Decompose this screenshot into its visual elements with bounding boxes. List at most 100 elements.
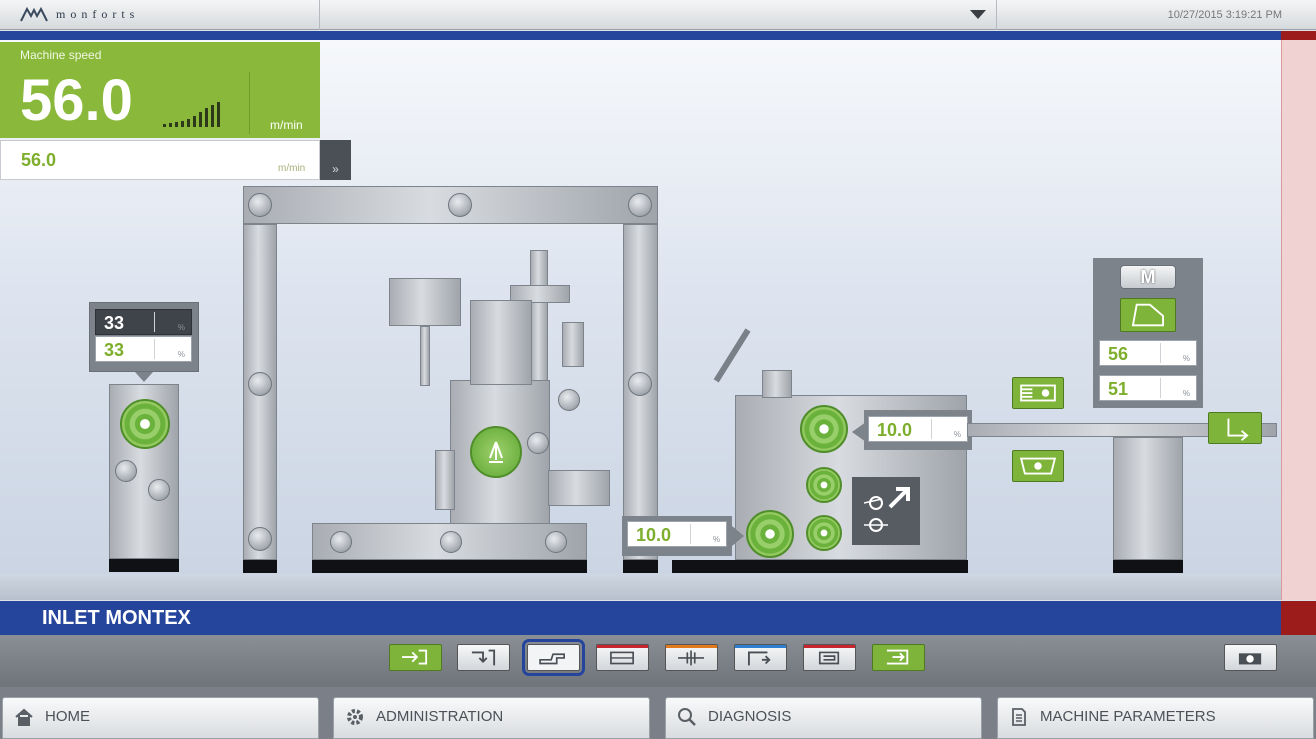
machine-foot — [243, 560, 277, 573]
entry-arrow-icon — [471, 649, 496, 666]
guide-roller-icon — [448, 193, 472, 217]
machine-foot — [1113, 560, 1183, 573]
montex-inlet-button[interactable] — [522, 639, 585, 676]
section-title: INLET MONTEX — [42, 607, 191, 629]
edge-sensor-icon — [1019, 457, 1057, 475]
nav-machine-parameters-label: MACHINE PARAMETERS — [1040, 708, 1216, 725]
speed-setpoint-value: 56.0 — [21, 150, 57, 170]
unwinder-setpoint-field[interactable]: 33 % — [95, 336, 192, 362]
datetime: 10/27/2015 3:19:21 PM — [1167, 9, 1282, 21]
padder-bottom-value: 10.0 — [636, 525, 672, 545]
dropdown-cell[interactable] — [320, 0, 997, 30]
padder-top-field[interactable]: 10.0 % — [868, 416, 968, 442]
speed-expand-button[interactable]: » — [320, 140, 351, 180]
outlet-button[interactable] — [1208, 412, 1262, 444]
home-icon — [15, 708, 33, 726]
unwinder-actual-unit: % — [177, 323, 185, 332]
padder-bottom-roller-button[interactable] — [746, 510, 794, 558]
cooling-section-button[interactable] — [665, 644, 718, 671]
alarm-indicator — [1281, 601, 1316, 635]
screen: monforts 10/27/2015 3:19:21 PM Machine s… — [0, 0, 1316, 739]
guider-sensor — [562, 322, 584, 367]
exit-arrow-icon — [886, 649, 909, 665]
brand-logo: monforts — [20, 6, 139, 22]
outlet-arrow-icon — [748, 651, 771, 666]
batcher-section-button[interactable] — [803, 644, 856, 671]
entry-section-button[interactable] — [457, 644, 510, 671]
padder-roller-button[interactable] — [806, 467, 842, 503]
brand-name: monforts — [56, 6, 140, 21]
outlet-arrow-icon — [1227, 418, 1249, 441]
exit-section-button[interactable] — [872, 644, 925, 671]
unwinder-roller-button[interactable] — [120, 399, 170, 449]
guider-upper — [470, 300, 532, 385]
speed-divider — [249, 72, 250, 134]
inlet-value1: 56 — [1108, 344, 1129, 364]
guide-roller-icon — [248, 372, 272, 396]
unwinder-setpoint-value: 33 — [104, 340, 125, 360]
dropdown-arrow-icon[interactable] — [970, 10, 986, 19]
padder-lift-button[interactable] — [852, 477, 920, 545]
section-toolbar — [0, 635, 1316, 687]
padder-roller-button[interactable] — [806, 515, 842, 551]
guide-roller-icon — [148, 479, 170, 501]
guide-roller-icon — [628, 372, 652, 396]
gear-icon — [347, 709, 363, 725]
guide-roller-icon — [440, 531, 462, 553]
popup-pointer — [135, 372, 153, 382]
guider-motor — [548, 470, 610, 506]
speed-setpoint-field[interactable]: 56.0 m/min — [0, 140, 320, 180]
inlet-value2-unit: % — [1182, 389, 1190, 398]
nav-diagnosis[interactable]: DIAGNOSIS — [665, 697, 982, 739]
section-title-bar: INLET MONTEX — [0, 601, 1281, 635]
nav-administration[interactable]: ADMINISTRATION — [333, 697, 650, 739]
inlet-profile-button[interactable] — [1120, 298, 1176, 332]
camera-button[interactable] — [1224, 644, 1277, 671]
guider-button[interactable] — [470, 426, 522, 478]
padder-bottom-field[interactable]: 10.0 % — [627, 521, 727, 547]
bottom-navigation: HOME ADMINISTRATION DIAGNOSIS MACHINE PA… — [0, 687, 1316, 739]
edge-sensor-top-button[interactable] — [1012, 377, 1064, 409]
chamber-section-button[interactable] — [596, 644, 649, 671]
guide-roller-icon — [628, 193, 652, 217]
alarm-strip — [1281, 40, 1316, 600]
guide-roller-icon — [558, 389, 580, 411]
padder-top-unit: % — [953, 430, 961, 439]
popup-pointer — [732, 526, 744, 546]
edge-sensor-bottom-button[interactable] — [1012, 450, 1064, 482]
guider-arm — [420, 326, 430, 386]
machine-foot — [672, 560, 968, 573]
chamber-icon — [610, 651, 634, 665]
speed-actual-unit: m/min — [270, 118, 303, 132]
unwinder-setpoint-unit: % — [177, 350, 185, 359]
nav-machine-parameters[interactable]: MACHINE PARAMETERS — [997, 697, 1314, 739]
conveyor-stand — [1113, 437, 1183, 560]
padder-top-roller-button[interactable] — [800, 405, 848, 453]
unwinder-actual-value: 33 — [104, 313, 125, 333]
batcher-icon — [818, 651, 840, 665]
hand-icon — [539, 653, 565, 665]
speed-setpoint-unit: m/min — [278, 163, 306, 174]
profile-icon — [1131, 303, 1164, 327]
guider-head — [389, 278, 461, 326]
nav-diagnosis-label: DIAGNOSIS — [708, 708, 792, 725]
edge-sensor-icon — [1020, 384, 1056, 402]
padder-top-value: 10.0 — [877, 420, 913, 440]
speed-actual-area: Machine speed 56.0 m/min — [0, 42, 320, 138]
inlet-value2-field[interactable]: 51 % — [1099, 375, 1197, 401]
inlet-value2: 51 — [1108, 379, 1129, 399]
guide-roller-icon — [248, 527, 272, 551]
machine-foot — [109, 559, 179, 572]
machine-foot — [312, 560, 587, 573]
nav-administration-label: ADMINISTRATION — [376, 708, 504, 725]
inlet-value1-field[interactable]: 56 % — [1099, 340, 1197, 366]
manual-mode-button[interactable]: M — [1120, 265, 1176, 289]
top-bar: monforts 10/27/2015 3:19:21 PM — [0, 0, 1316, 30]
lift-roller-icon — [863, 487, 910, 532]
inlet-value1-unit: % — [1182, 354, 1190, 363]
inlet-section-button[interactable] — [389, 644, 442, 671]
nav-home[interactable]: HOME — [2, 697, 319, 739]
unwinder-actual-field: 33 % — [95, 309, 192, 335]
guide-roller-icon — [115, 460, 137, 482]
outlet-section-button[interactable] — [734, 644, 787, 671]
